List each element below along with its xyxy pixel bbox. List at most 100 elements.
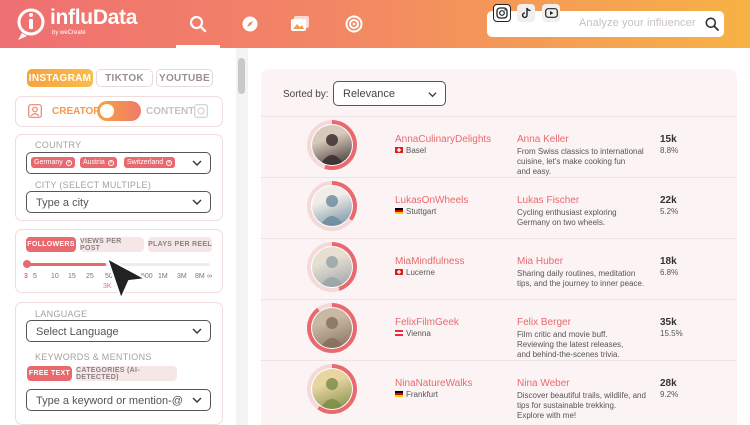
search-input[interactable]: Analyze your influencer [579,17,696,29]
content-label: CONTENT [146,106,195,117]
infludata-logo-icon [17,8,45,40]
influencer-bio: Discover beautiful trails, wildlife, and… [517,391,647,421]
influencer-handle[interactable]: MiaMindfulness [395,256,464,267]
brand-name: influData [50,6,138,29]
tab-instagram[interactable]: INSTAGRAM [27,69,93,87]
follower-count: 28k [660,378,677,389]
nav-collections[interactable] [278,0,322,48]
influencer-location: Lucerne [406,268,435,277]
slider-tick: 5 [33,273,37,280]
slider-tick: 3M [177,273,187,280]
bio-line: cuisine, let's make cooking fun [517,157,626,166]
country-chip-germany[interactable]: Germany × [31,157,75,168]
slider-tick: 15 [68,273,76,280]
country-chip-switzerland[interactable]: Switzerland × [124,157,176,168]
engagement-rate: 9.2% [660,390,679,399]
creator-label: CREATOR [52,106,101,117]
influencer-location: Basel [406,146,427,155]
slider-tick: 3 [24,273,28,280]
creator-content-switch[interactable] [97,101,141,121]
language-select[interactable]: Select Language [26,320,211,342]
nav-explore[interactable] [228,0,272,48]
avatar[interactable] [312,247,352,287]
engagement-rate: 8.8% [660,146,679,155]
compass-icon [242,16,258,32]
remove-chip-icon[interactable]: × [166,159,173,166]
metric-tab-followers[interactable]: FOLLOWERS [26,237,76,252]
follower-count: 15k [660,134,677,145]
avatar[interactable] [312,125,352,165]
metric-tab-plays-per-reel[interactable]: PLAYS PER REEL [148,237,212,252]
remove-chip-icon[interactable]: × [107,159,114,166]
engagement-rate: 5.2% [660,207,679,216]
influencer-name: Anna Keller [517,134,569,145]
keywords-tab-free-text[interactable]: FREE TEXT [27,366,72,381]
content-post-icon [194,104,208,118]
filter-panel-scrollbar[interactable] [236,48,248,425]
slider-tick: 1M [158,273,168,280]
bio-line: Film critic and movie buff. [517,330,608,339]
bio-line: Reviewing the latest releases, [517,340,624,349]
follower-count: 18k [660,256,677,267]
chevron-down-icon [192,397,202,403]
avatar[interactable] [312,186,352,226]
metric-tab-views-per-post[interactable]: VIEWS PER POST [80,237,144,252]
creator-profile-icon [28,104,42,118]
slider-fill [27,263,106,266]
search-submit-icon[interactable] [705,17,719,31]
remove-chip-icon[interactable]: × [65,159,72,166]
target-icon [345,15,363,33]
youtube-platform-button[interactable] [542,4,560,22]
influencer-bio: Cycling enthusiast exploring Germany on t… [517,208,647,228]
country-label: COUNTRY [35,140,82,150]
brand-subtitle: by weCreate [52,30,86,36]
instagram-icon [496,7,508,19]
bio-line: Explore with me! [517,411,577,420]
influencer-handle[interactable]: NinaNatureWalks [395,378,472,389]
influencer-handle[interactable]: LukasOnWheels [395,195,468,206]
engagement-rate: 15.5% [660,329,683,338]
instagram-platform-button[interactable] [493,4,511,22]
language-label: LANGUAGE [35,309,88,319]
sort-select[interactable]: Relevance [333,81,446,106]
influencer-bio: Film critic and movie buff. Reviewing the… [517,330,647,360]
bio-line: tips for sustainable trekking. [517,401,617,410]
bio-line: Germany on two wheels. [517,218,606,227]
bio-line: Discover beautiful trails, wildlife, and [517,391,646,400]
slider-tick: 8M [195,273,205,280]
bio-line: From Swiss classics to international [517,147,644,156]
bio-line: and easy. [517,167,552,176]
influencer-location: Vienna [406,329,431,338]
gallery-icon [291,16,309,31]
influencer-bio: Sharing daily routines, meditation tips, … [517,269,647,289]
chevron-down-icon [192,160,202,166]
nav-search[interactable] [176,0,220,48]
country-chip-austria[interactable]: Austria × [80,157,117,168]
keyword-input[interactable]: Type a keyword or mention-@ [26,389,211,411]
avatar[interactable] [312,369,352,409]
bio-line: and behind-the-scenes trivia. [517,350,620,359]
tab-tiktok[interactable]: TIKTOK [96,69,153,87]
nav-campaigns[interactable] [332,0,376,48]
keywords-tab-categories[interactable]: CATEGORIES (AI-DETECTED) [76,366,177,381]
country-flag-icon [395,269,403,275]
avatar[interactable] [312,308,352,348]
follower-count: 35k [660,317,677,328]
slider-min-handle[interactable] [23,260,31,268]
influencer-handle[interactable]: AnnaCulinaryDelights [395,134,491,145]
influencer-name: Lukas Fischer [517,195,580,206]
influencer-bio: From Swiss classics to international cuis… [517,147,647,177]
influencer-name: Mia Huber [517,256,564,267]
city-input[interactable]: Type a city [26,191,211,213]
follower-count: 22k [660,195,677,206]
engagement-rate: 6.8% [660,268,679,277]
mouse-cursor-icon [106,257,147,300]
influencer-handle[interactable]: FelixFilmGeek [395,317,459,328]
tab-youtube[interactable]: YOUTUBE [156,69,213,87]
scrollbar-thumb[interactable] [238,58,245,94]
slider-tick: ∞ [207,273,212,280]
tiktok-icon [521,7,531,19]
tiktok-platform-button[interactable] [517,4,535,22]
influencer-location: Frankfurt [406,390,439,399]
chevron-down-icon [192,328,202,334]
